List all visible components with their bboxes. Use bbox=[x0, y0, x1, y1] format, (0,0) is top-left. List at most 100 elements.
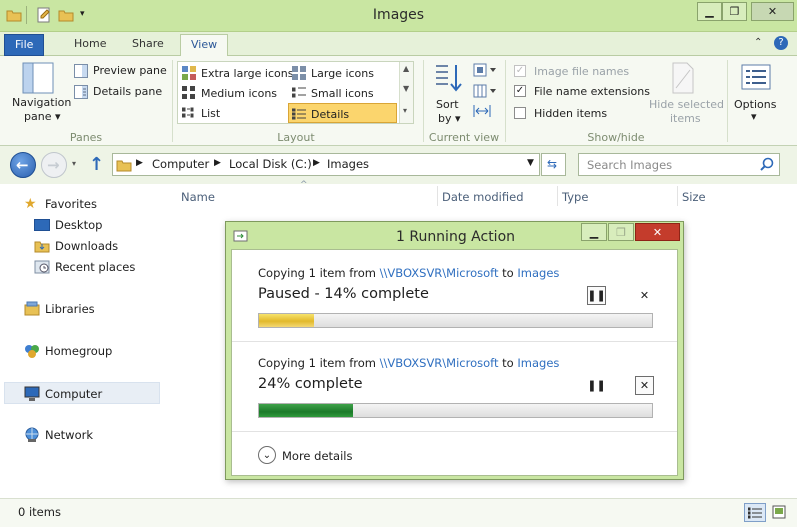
maximize-icon: ❐ bbox=[729, 5, 740, 18]
large-icons-view-icon bbox=[772, 505, 786, 522]
back-button[interactable]: ← bbox=[10, 152, 36, 178]
tab-file[interactable]: File bbox=[4, 34, 45, 56]
dialog-close-button[interactable]: ✕ bbox=[635, 223, 680, 241]
navigation-pane-label-2: pane ▾ bbox=[24, 110, 61, 123]
layout-option-small-icons[interactable]: Small icons bbox=[290, 84, 398, 102]
hidden-items-checkbox[interactable]: Hidden items bbox=[514, 106, 614, 122]
breadcrumb-images[interactable]: Images bbox=[327, 157, 369, 171]
details-view-icon bbox=[291, 107, 306, 124]
preview-pane-button[interactable]: Preview pane bbox=[74, 63, 167, 79]
operation-1-cancel-button[interactable]: ✕ bbox=[635, 286, 654, 305]
group-label-current-view: Current view bbox=[428, 131, 500, 144]
hidden-items-label: Hidden items bbox=[534, 107, 608, 120]
layout-option-list[interactable]: List bbox=[180, 104, 288, 122]
column-header-name[interactable]: Name bbox=[181, 190, 215, 204]
tab-share[interactable]: Share bbox=[122, 34, 174, 56]
close-button[interactable]: ✕ bbox=[751, 2, 794, 21]
column-header-size[interactable]: Size bbox=[682, 190, 706, 204]
operation-1-resume-button[interactable]: ❚❚ bbox=[587, 286, 606, 305]
column-divider[interactable] bbox=[437, 186, 438, 206]
forward-button[interactable]: → bbox=[41, 152, 67, 178]
large-icons-view-toggle[interactable] bbox=[768, 503, 790, 522]
nav-recent-places[interactable]: Recent places bbox=[0, 257, 162, 277]
nav-downloads[interactable]: Downloads bbox=[0, 236, 162, 256]
details-view-toggle[interactable] bbox=[744, 503, 766, 522]
scroll-down-icon[interactable]: ▼ bbox=[403, 84, 409, 93]
minimize-button[interactable]: ▁ bbox=[697, 2, 722, 21]
search-icon[interactable] bbox=[760, 157, 774, 174]
navigation-pane-button[interactable]: Navigation pane ▾ bbox=[6, 60, 72, 128]
ribbon-separator bbox=[172, 60, 173, 142]
operation-2-destination-link[interactable]: Images bbox=[517, 356, 559, 370]
recent-locations-icon[interactable]: ▾ bbox=[72, 159, 76, 168]
up-arrow-icon[interactable]: ↑ bbox=[89, 154, 104, 175]
sort-by-button[interactable]: Sort by ▾ bbox=[430, 60, 468, 126]
column-header-type[interactable]: Type bbox=[562, 190, 588, 204]
dialog-minimize-button[interactable]: ▁ bbox=[581, 223, 607, 241]
image-file-names-checkbox[interactable]: ✓ Image file names bbox=[514, 64, 642, 80]
column-divider[interactable] bbox=[557, 186, 558, 206]
breadcrumb-chevron-icon[interactable]: ▶ bbox=[214, 158, 221, 168]
layout-gallery-scroll[interactable]: ▲ ▼ ▾ bbox=[399, 62, 413, 123]
address-bar[interactable]: ▶ Computer ▶ Local Disk (C:) ▶ Images ▼ bbox=[112, 153, 540, 176]
tab-home[interactable]: Home bbox=[64, 34, 116, 56]
ribbon-tabs: File Home Share View ⌃ ? bbox=[0, 32, 797, 57]
scroll-up-icon[interactable]: ▲ bbox=[403, 64, 409, 73]
options-button[interactable]: Options ▾ bbox=[733, 60, 783, 126]
maximize-button[interactable]: ❐ bbox=[722, 2, 747, 21]
nav-network[interactable]: Network bbox=[0, 425, 162, 445]
operation-2-pause-button[interactable]: ❚❚ bbox=[587, 376, 606, 395]
operation-2-source-link[interactable]: \\VBOXSVR\Microsoft bbox=[380, 356, 499, 370]
layout-option-medium-icons[interactable]: Medium icons bbox=[180, 84, 288, 102]
add-columns-icon[interactable] bbox=[473, 84, 497, 101]
breadcrumb-chevron-icon[interactable]: ▶ bbox=[313, 158, 320, 168]
layout-option-details[interactable]: Details bbox=[288, 103, 397, 123]
close-icon: ✕ bbox=[767, 5, 778, 18]
breadcrumb-chevron-icon[interactable]: ▶ bbox=[136, 158, 143, 168]
nav-homegroup[interactable]: Homegroup bbox=[0, 341, 162, 361]
gallery-expand-icon[interactable]: ▾ bbox=[403, 106, 407, 115]
computer-icon bbox=[24, 386, 40, 405]
close-icon: ✕ bbox=[652, 225, 663, 239]
breadcrumb-computer[interactable]: Computer bbox=[152, 157, 209, 171]
nav-network-label: Network bbox=[45, 428, 94, 442]
size-columns-icon[interactable] bbox=[473, 104, 491, 121]
column-header-date-modified[interactable]: Date modified bbox=[442, 190, 524, 204]
operation-1-source-link[interactable]: \\VBOXSVR\Microsoft bbox=[380, 266, 499, 280]
search-input[interactable]: Search Images bbox=[578, 153, 780, 176]
navigation-pane-label: Navigation bbox=[12, 96, 72, 109]
operation-1-prefix: Copying 1 item from bbox=[258, 266, 380, 280]
medium-icons-icon bbox=[182, 86, 196, 103]
nav-desktop[interactable]: Desktop bbox=[0, 215, 162, 235]
operation-2-cancel-button[interactable]: ✕ bbox=[635, 376, 654, 395]
refresh-button[interactable]: ⇆ bbox=[541, 153, 566, 176]
layout-option-extra-large-icons[interactable]: Extra large icons bbox=[180, 64, 293, 82]
favorites-star-icon: ★ bbox=[24, 196, 37, 212]
nav-libraries[interactable]: Libraries bbox=[0, 299, 162, 319]
ribbon-separator bbox=[423, 60, 424, 142]
more-details-button[interactable]: ⌄ More details bbox=[258, 446, 358, 466]
running-action-dialog: 1 Running Action ▁ ❐ ✕ Copying 1 item fr… bbox=[225, 221, 684, 480]
minimize-ribbon-icon[interactable]: ⌃ bbox=[754, 37, 762, 48]
dialog-maximize-button[interactable]: ❐ bbox=[608, 223, 634, 241]
details-pane-button[interactable]: Details pane bbox=[74, 84, 166, 100]
image-file-names-check-icon: ✓ bbox=[514, 65, 526, 77]
pause-icon: ❚❚ bbox=[587, 379, 606, 392]
breadcrumb-local-disk[interactable]: Local Disk (C:) bbox=[229, 157, 312, 171]
details-label: Details bbox=[311, 108, 350, 121]
hide-selected-label-2: items bbox=[670, 112, 701, 125]
nav-favorites[interactable]: ★ Favorites bbox=[0, 194, 162, 214]
recent-places-icon bbox=[34, 259, 50, 278]
address-dropdown-icon[interactable]: ▼ bbox=[527, 158, 534, 168]
tab-view[interactable]: View bbox=[180, 34, 229, 57]
operation-1-destination-link[interactable]: Images bbox=[517, 266, 559, 280]
nav-computer[interactable]: Computer bbox=[4, 382, 160, 404]
hide-selected-items-button[interactable]: Hide selected items bbox=[648, 60, 724, 126]
file-name-extensions-checkbox[interactable]: ✓ File name extensions bbox=[514, 84, 650, 100]
group-by-icon[interactable] bbox=[473, 63, 497, 80]
layout-option-large-icons[interactable]: Large icons bbox=[290, 64, 398, 82]
column-divider[interactable] bbox=[677, 186, 678, 206]
nav-downloads-label: Downloads bbox=[55, 239, 119, 253]
file-name-extensions-label: File name extensions bbox=[534, 85, 650, 98]
help-icon[interactable]: ? bbox=[774, 36, 788, 50]
